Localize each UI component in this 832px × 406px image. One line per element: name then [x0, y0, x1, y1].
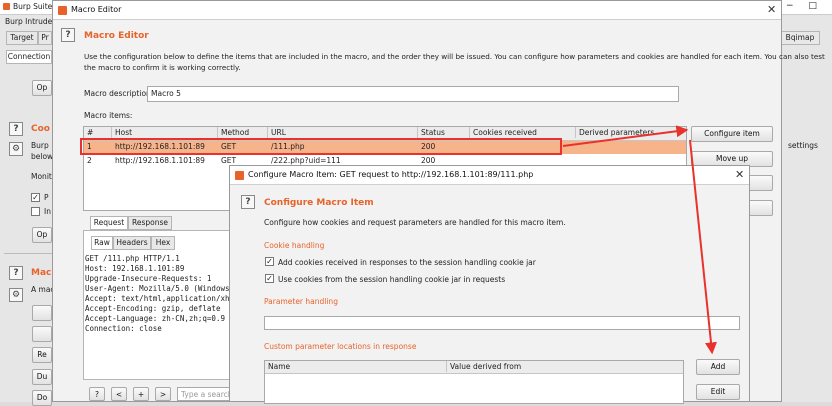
arrow-to-configure: [562, 125, 689, 147]
arrow-to-add: [689, 139, 717, 355]
annotation-arrows: [562, 125, 717, 355]
